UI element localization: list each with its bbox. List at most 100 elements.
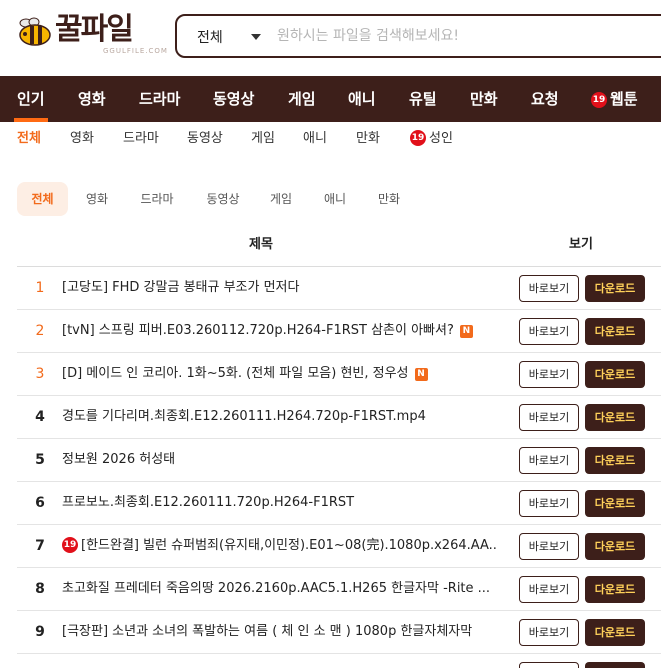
sub-nav-item-drama[interactable]: 드라마 — [123, 122, 159, 156]
rank-number: 6 — [35, 495, 45, 511]
sub-nav-item-movie[interactable]: 영화 — [70, 122, 94, 156]
view-button[interactable]: 바로보기 — [519, 275, 579, 302]
download-button[interactable]: 다운로드 — [585, 576, 645, 603]
site-logo[interactable]: 꿀파일 GGULFILE.COM — [17, 12, 167, 57]
file-title-text: [tvN] 스프링 피버.E03.260112.720p.H264-F1RST … — [62, 323, 454, 338]
download-button[interactable]: 다운로드 — [585, 404, 645, 431]
rank-number: 10 — [27, 654, 53, 668]
download-button[interactable]: 다운로드 — [585, 533, 645, 560]
rank-number: 2 — [35, 323, 45, 339]
file-title[interactable] — [62, 654, 508, 668]
view-button[interactable]: 바로보기 — [519, 533, 579, 560]
site-header: 꿀파일 GGULFILE.COM 전체 — [0, 0, 661, 76]
chevron-down-icon[interactable] — [251, 34, 261, 40]
file-title-text: 정보원 2026 허성태 — [62, 452, 176, 467]
file-title-text: [D] 메이드 인 코리아. 1화~5화. (전체 파일 모음) 현빈, 정우성 — [62, 366, 409, 381]
rank-number: 4 — [35, 409, 45, 425]
table-row: 8 초고화질 프레데터 죽음의땅 2026.2160p.AAC5.1.H265 … — [17, 568, 661, 611]
rank-number: 9 — [35, 624, 45, 640]
main-nav-item-webtoon[interactable]: 19 웹툰 — [591, 76, 638, 122]
rank-number: 7 — [35, 538, 45, 554]
main-nav-item-popular[interactable]: 인기 — [17, 76, 45, 122]
tab-drama[interactable]: 드라마 — [132, 182, 182, 216]
sub-nav-item-comic[interactable]: 만화 — [356, 122, 380, 156]
main-nav-item-comic[interactable]: 만화 — [470, 76, 498, 122]
download-button[interactable]: 다운로드 — [585, 447, 645, 474]
main-nav-item-drama[interactable]: 드라마 — [139, 76, 180, 122]
sub-nav-item-anime[interactable]: 애니 — [303, 122, 327, 156]
file-title-text: 경도를 기다리며.최종회.E12.260111.H264.720p-F1RST.… — [62, 409, 426, 424]
main-nav-item-movie[interactable]: 영화 — [78, 76, 106, 122]
view-button[interactable]: 바로보기 — [519, 662, 579, 668]
view-button[interactable]: 바로보기 — [519, 447, 579, 474]
sub-nav-item-game[interactable]: 게임 — [251, 122, 275, 156]
sub-nav-item-all[interactable]: 전체 — [17, 122, 41, 156]
sub-nav-item-adult-label: 성인 — [429, 131, 453, 146]
rank-number: 3 — [35, 366, 45, 382]
file-title[interactable]: [고당도] FHD 강말금 봉태규 부조가 먼저다 — [62, 267, 508, 309]
table-row: 1 [고당도] FHD 강말금 봉태규 부조가 먼저다 바로보기 다운로드 — [17, 267, 661, 310]
tab-anime[interactable]: 애니 — [315, 182, 355, 216]
view-button[interactable]: 바로보기 — [519, 318, 579, 345]
view-button[interactable]: 바로보기 — [519, 404, 579, 431]
file-title[interactable]: [tvN] 스프링 피버.E03.260112.720p.H264-F1RST … — [62, 310, 508, 352]
view-button[interactable]: 바로보기 — [519, 619, 579, 646]
search-input[interactable] — [277, 23, 657, 49]
file-title-text: [고당도] FHD 강말금 봉태규 부조가 먼저다 — [62, 280, 300, 295]
main-nav-item-anime[interactable]: 애니 — [348, 76, 376, 122]
rank-number: 8 — [35, 581, 45, 597]
file-title-text: 프로보노.최종회.E12.260111.720p.H264-F1RST — [62, 495, 355, 510]
view-button[interactable]: 바로보기 — [519, 490, 579, 517]
table-row: 3 [D] 메이드 인 코리아. 1화~5화. (전체 파일 모음) 현빈, 정… — [17, 353, 661, 396]
sub-nav-item-adult[interactable]: 19 성인 — [410, 122, 453, 156]
file-title[interactable]: [D] 메이드 인 코리아. 1화~5화. (전체 파일 모음) 현빈, 정우성… — [62, 353, 508, 395]
table-row: 2 [tvN] 스프링 피버.E03.260112.720p.H264-F1RS… — [17, 310, 661, 353]
sub-nav-item-video[interactable]: 동영상 — [187, 122, 223, 156]
column-title-header: 제목 — [249, 237, 273, 252]
adult-19-icon: 19 — [410, 130, 426, 146]
file-title[interactable]: 초고화질 프레데터 죽음의땅 2026.2160p.AAC5.1.H265 한글… — [62, 568, 508, 610]
adult-19-icon: 19 — [62, 537, 78, 553]
view-button[interactable]: 바로보기 — [519, 576, 579, 603]
tab-game[interactable]: 게임 — [261, 182, 301, 216]
download-button[interactable]: 다운로드 — [585, 275, 645, 302]
search-bar: 전체 — [175, 14, 661, 58]
tab-movie[interactable]: 영화 — [75, 182, 119, 216]
main-nav-item-request[interactable]: 요청 — [531, 76, 559, 122]
table-row: 10 바로보기 다운로드 — [17, 654, 661, 668]
file-title[interactable]: 19 [한드완결] 빌런 슈퍼범죄(유지태,이민정).E01~08(完).1080… — [62, 525, 508, 567]
tab-all[interactable]: 전체 — [17, 182, 68, 216]
table-header: 제목 보기 — [17, 224, 661, 267]
download-button[interactable]: 다운로드 — [585, 490, 645, 517]
main-nav-item-game[interactable]: 게임 — [288, 76, 316, 122]
search-category-select[interactable]: 전체 — [197, 27, 223, 47]
main-nav-item-webtoon-label: 웹툰 — [610, 90, 638, 108]
rank-number: 5 — [35, 452, 45, 468]
download-button[interactable]: 다운로드 — [585, 361, 645, 388]
main-nav-item-util[interactable]: 유틸 — [409, 76, 437, 122]
tab-comic[interactable]: 만화 — [369, 182, 409, 216]
file-title-text: [극장판] 소년과 소녀의 폭발하는 여름 ( 체 인 소 맨 ) 1080p … — [62, 624, 473, 639]
category-tabs: 전체 영화 드라마 동영상 게임 애니 만화 — [17, 182, 657, 216]
download-button[interactable]: 다운로드 — [585, 619, 645, 646]
file-title[interactable]: 정보원 2026 허성태 — [62, 439, 508, 481]
new-badge: N — [459, 325, 473, 338]
rank-number: 1 — [35, 280, 45, 296]
download-button[interactable]: 다운로드 — [585, 318, 645, 345]
column-view-header: 보기 — [569, 237, 593, 252]
view-button[interactable]: 바로보기 — [519, 361, 579, 388]
tab-video[interactable]: 동영상 — [193, 182, 253, 216]
table-row: 4 경도를 기다리며.최종회.E12.260111.H264.720p-F1RS… — [17, 396, 661, 439]
sub-nav: 전체 영화 드라마 동영상 게임 애니 만화 19 성인 — [0, 122, 661, 156]
download-button[interactable]: 다운로드 — [585, 662, 645, 668]
table-row: 5 정보원 2026 허성태 바로보기 다운로드 — [17, 439, 661, 482]
file-title-text: [한드완결] 빌런 슈퍼범죄(유지태,이민정).E01~08(完).1080p.… — [81, 538, 497, 553]
logo-text: 꿀파일 — [55, 12, 134, 47]
main-nav: 인기 영화 드라마 동영상 게임 애니 유틸 만화 요청 19 웹툰 — [0, 76, 661, 122]
file-title[interactable]: 프로보노.최종회.E12.260111.720p.H264-F1RST — [62, 482, 508, 524]
file-title[interactable]: 경도를 기다리며.최종회.E12.260111.H264.720p-F1RST.… — [62, 396, 508, 438]
file-title-text: 초고화질 프레데터 죽음의땅 2026.2160p.AAC5.1.H265 한글… — [62, 581, 491, 596]
file-title[interactable]: [극장판] 소년과 소녀의 폭발하는 여름 ( 체 인 소 맨 ) 1080p … — [62, 611, 508, 653]
main-nav-item-video[interactable]: 동영상 — [213, 76, 254, 122]
new-badge: N — [414, 368, 428, 381]
